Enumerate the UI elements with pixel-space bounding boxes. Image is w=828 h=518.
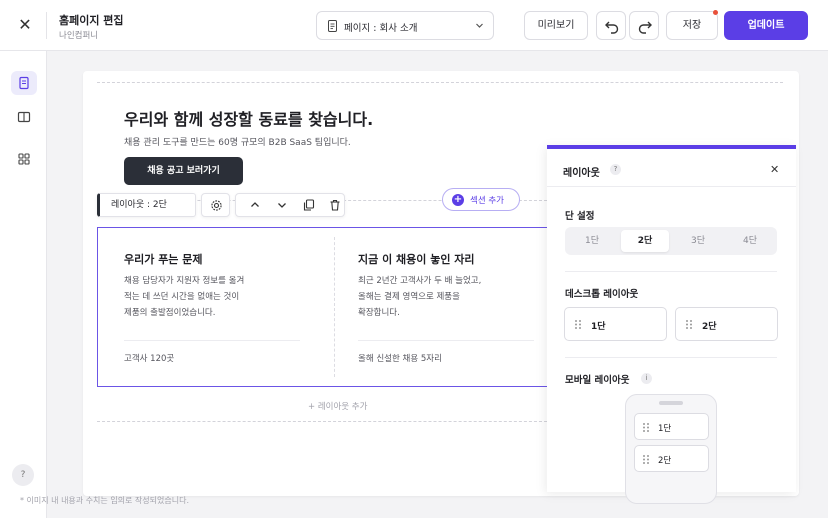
unsaved-badge <box>713 10 718 15</box>
rail-layout-button[interactable] <box>11 105 37 129</box>
page-select[interactable]: 페이지 : 회사 소개 <box>316 11 494 40</box>
save-button[interactable]: 저장 <box>666 11 718 40</box>
column-2-line: 최근 2년간 고객사가 두 배 늘었고, <box>358 276 482 286</box>
rail-pages-button[interactable] <box>11 71 37 95</box>
column-1-title[interactable]: 우리가 푸는 문제 <box>124 251 203 267</box>
copy-icon[interactable] <box>303 199 315 211</box>
column-1-line: 채용 담당자가 지원자 정보를 옮겨 <box>124 276 245 286</box>
column-2-body[interactable]: 최근 2년간 고객사가 두 배 늘었고, 올해는 결제 영역으로 제품을 확장합… <box>358 273 528 321</box>
panel-divider <box>565 271 777 272</box>
column-setting-label: 단 설정 <box>565 211 595 222</box>
column-1-line: 적는 데 쓰던 시간을 없애는 것이 <box>124 292 240 302</box>
column-1-footer[interactable]: 고객사 120곳 <box>124 352 174 364</box>
add-section-button[interactable]: + 섹션 추가 <box>442 188 520 211</box>
help-button[interactable]: ? <box>12 464 34 486</box>
undo-button[interactable] <box>596 11 626 40</box>
layout-panel: 레이아웃 ? ✕ 단 설정 1단 2단 3단 4단 데스크톱 레이아웃 1단 2… <box>547 145 796 504</box>
layout-type-label[interactable]: 레이아웃 : 2단 <box>97 193 196 217</box>
column-option-1[interactable]: 1단 <box>568 230 616 252</box>
update-button[interactable]: 업데이트 <box>724 11 808 40</box>
preview-button[interactable]: 미리보기 <box>524 11 588 40</box>
desktop-layout-option-2[interactable]: 2단 <box>675 307 778 341</box>
mobile-layout-option-label: 2단 <box>658 456 672 466</box>
mobile-layout-label: 모바일 레이아웃 <box>565 375 630 386</box>
chevron-down-icon <box>476 23 483 28</box>
editor-title: 홈페이지 편집 <box>59 14 124 27</box>
page-icon <box>19 76 29 90</box>
help-icon[interactable]: ? <box>610 164 621 175</box>
hero-description[interactable]: 채용 관리 도구를 만드는 60명 규모의 B2B SaaS 팀입니다. <box>124 135 351 148</box>
desktop-layout-option-label: 1단 <box>591 322 606 332</box>
close-icon[interactable]: ✕ <box>770 163 779 176</box>
column-count-selector: 1단 2단 3단 4단 <box>565 227 777 255</box>
drag-handle-icon <box>575 320 581 329</box>
close-icon[interactable]: ✕ <box>16 16 34 34</box>
column-2-footer[interactable]: 올해 신설한 채용 5자리 <box>358 352 442 364</box>
page-select-label: 페이지 : 회사 소개 <box>344 23 418 34</box>
columns-icon <box>17 111 31 123</box>
rail-blocks-button[interactable] <box>11 147 37 171</box>
left-rail <box>0 51 47 518</box>
column-2-title[interactable]: 지금 이 채용이 놓인 자리 <box>358 251 475 267</box>
trash-icon[interactable] <box>329 199 341 211</box>
panel-divider <box>565 357 777 358</box>
add-section-label: 섹션 추가 <box>470 196 504 206</box>
phone-notch <box>659 401 683 405</box>
column-2-line: 올해는 결제 영역으로 제품을 <box>358 292 460 302</box>
divider <box>46 12 47 39</box>
arrow-down-icon[interactable] <box>276 199 288 211</box>
column-2-line: 확장합니다. <box>358 308 400 318</box>
redo-button[interactable] <box>629 11 659 40</box>
mobile-layout-option-2[interactable]: 2단 <box>634 445 709 472</box>
add-layout-button[interactable]: + 레이아웃 추가 <box>308 400 367 412</box>
column-option-3[interactable]: 3단 <box>674 230 722 252</box>
document-icon <box>328 20 337 32</box>
column-2-separator <box>358 340 534 341</box>
layout-panel-title: 레이아웃 <box>563 168 600 179</box>
block-actions-toolbar <box>235 193 345 217</box>
column-option-4[interactable]: 4단 <box>726 230 774 252</box>
drag-handle-icon <box>643 423 649 432</box>
desktop-layout-option-1[interactable]: 1단 <box>564 307 667 341</box>
undo-icon <box>605 21 619 34</box>
column-1-line: 제품의 출발점이었습니다. <box>124 308 216 318</box>
drag-handle-icon <box>643 455 649 464</box>
column-1-separator <box>124 340 300 341</box>
mobile-preview: 1단 2단 <box>625 394 717 504</box>
grid-icon <box>18 153 30 165</box>
layout-panel-header: 레이아웃 ? ✕ <box>547 149 796 187</box>
section-guide-top <box>97 82 783 83</box>
site-name: 나인컴퍼니 <box>59 31 99 41</box>
block-settings-button[interactable] <box>201 193 230 217</box>
arrow-up-icon[interactable] <box>249 199 261 211</box>
redo-icon <box>638 21 652 34</box>
desktop-layout-label: 데스크톱 레이아웃 <box>565 289 639 300</box>
footnote: * 이미지 내 내용과 수치는 임의로 작성되었습니다. <box>20 496 189 505</box>
gear-icon <box>211 200 222 211</box>
drag-handle-icon <box>686 320 692 329</box>
plus-icon: + <box>452 194 464 206</box>
mobile-layout-option-1[interactable]: 1단 <box>634 413 709 440</box>
column-option-2[interactable]: 2단 <box>621 230 669 252</box>
desktop-layout-option-label: 2단 <box>702 322 717 332</box>
mobile-layout-option-label: 1단 <box>658 424 672 434</box>
hero-cta-button[interactable]: 채용 공고 보러가기 <box>124 157 243 185</box>
info-icon[interactable]: i <box>641 373 652 384</box>
column-1-body[interactable]: 채용 담당자가 지원자 정보를 옮겨 적는 데 쓰던 시간을 없애는 것이 제품… <box>124 273 294 321</box>
section-guide-bottom <box>97 421 547 422</box>
top-bar: ✕ 홈페이지 편집 나인컴퍼니 페이지 : 회사 소개 미리보기 저장 업데이트 <box>0 0 828 51</box>
column-divider <box>334 237 335 377</box>
hero-title[interactable]: 우리와 함께 성장할 동료를 찾습니다. <box>124 106 373 130</box>
